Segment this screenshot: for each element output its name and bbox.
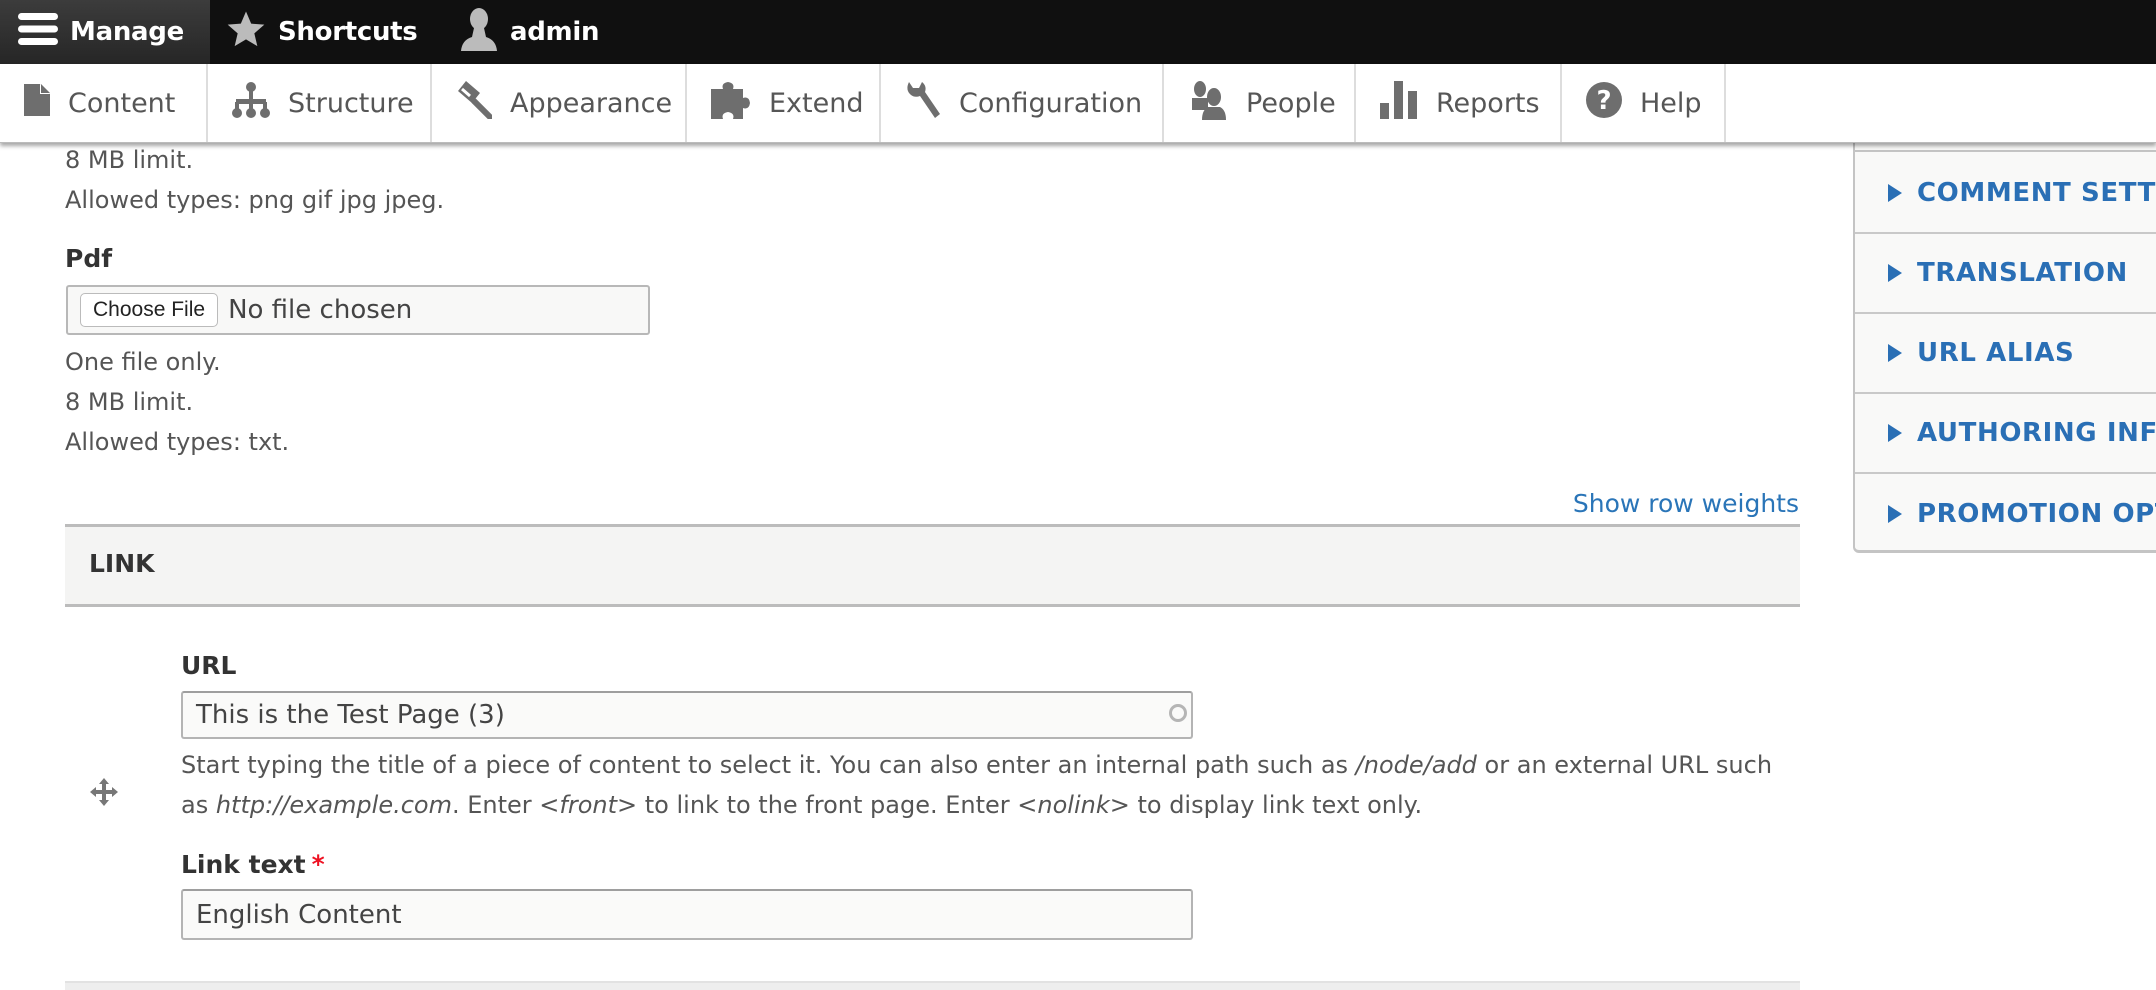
autocomplete-throbber-icon [1169, 704, 1187, 722]
section-divider [65, 981, 1800, 990]
pdf-field-label: Pdf [65, 244, 113, 273]
toolbar-manage-label: Manage [70, 17, 184, 47]
svg-text:?: ? [1596, 86, 1611, 116]
user-icon [460, 7, 498, 58]
pdf-count-hint: One file only. [65, 348, 221, 376]
nav-label: Content [68, 87, 176, 119]
sidebar-item-promotion-options[interactable]: PROMOTION OPTIONS [1855, 474, 2156, 554]
sidebar-item-comment-settings[interactable]: COMMENT SETTINGS [1855, 154, 2156, 234]
help-example-url: http://example.com [215, 791, 452, 819]
link-text-input[interactable]: English Content [181, 889, 1193, 940]
help-text: or an external URL such [1476, 751, 1773, 779]
expand-triangle-icon [1888, 184, 1902, 202]
sidebar-item-authoring-information[interactable]: AUTHORING INFORMATION [1855, 394, 2156, 474]
help-nolink-token: <nolink> [1017, 791, 1130, 819]
link-text-label-text: Link text [181, 850, 306, 879]
drag-handle-icon[interactable] [90, 778, 118, 810]
sidebar-divider [1855, 150, 2156, 152]
url-help-line-2: as http://example.com. Enter <front> to … [181, 791, 1422, 819]
help-text: to display link text only. [1129, 791, 1423, 819]
nav-item-structure[interactable]: Structure [208, 64, 432, 142]
nav-item-content[interactable]: Content [0, 64, 208, 142]
toolbar-manage-tab[interactable]: Manage [0, 0, 210, 64]
nav-label: Configuration [959, 87, 1143, 119]
nav-item-extend[interactable]: Extend [687, 64, 881, 142]
nav-label: Structure [288, 87, 414, 119]
nav-label: Appearance [510, 87, 673, 119]
link-text-label: Link text * [181, 850, 325, 879]
people-icon [1188, 80, 1228, 127]
sidebar-item-url-alias[interactable]: URL ALIAS [1855, 314, 2156, 394]
nav-label: Reports [1436, 87, 1540, 119]
expand-triangle-icon [1888, 264, 1902, 282]
nav-label: Help [1640, 87, 1702, 119]
sidebar-item-label: PROMOTION OPTIONS [1917, 499, 2156, 529]
bar-chart-icon [1380, 80, 1418, 126]
pdf-file-input[interactable]: Choose File No file chosen [66, 285, 650, 335]
url-input[interactable]: This is the Test Page (3) [181, 691, 1193, 739]
expand-triangle-icon [1888, 424, 1902, 442]
sidebar-item-label: AUTHORING INFORMATION [1917, 418, 2156, 448]
nav-item-appearance[interactable]: Appearance [432, 64, 687, 142]
choose-file-button[interactable]: Choose File [80, 293, 219, 327]
sidebar-item-label: URL ALIAS [1917, 338, 2075, 368]
image-allowed-types: Allowed types: png gif jpg jpeg. [65, 186, 445, 214]
url-help-line-1: Start typing the title of a piece of con… [181, 751, 1772, 779]
file-status: No file chosen [228, 295, 413, 325]
required-marker: * [311, 850, 325, 879]
link-section-header: LINK [65, 524, 1800, 607]
url-input-value: This is the Test Page (3) [196, 700, 505, 730]
help-text: to link to the front page. Enter [637, 791, 1018, 819]
nav-item-help[interactable]: ? Help [1562, 64, 1726, 142]
sitemap-icon [232, 81, 270, 125]
url-field-label: URL [181, 651, 237, 680]
nav-label: Extend [769, 87, 864, 119]
toolbar-shortcuts-label: Shortcuts [278, 17, 418, 47]
help-front-token: <front> [539, 791, 638, 819]
help-text: as [181, 791, 216, 819]
show-row-weights-link[interactable]: Show row weights [1573, 489, 1799, 518]
node-sidebar: COMMENT SETTINGS TRANSLATION URL ALIAS A… [1853, 130, 2156, 553]
link-section-title: LINK [89, 549, 155, 578]
pdf-allowed-types: Allowed types: txt. [65, 428, 290, 456]
admin-tray-nav: Content Structure Appearance Extend Conf… [0, 64, 2156, 143]
admin-toolbar: Manage Shortcuts admin [0, 0, 2156, 64]
help-text: Start typing the title of a piece of con… [181, 751, 1356, 779]
sidebar-item-label: TRANSLATION [1917, 258, 2128, 288]
puzzle-icon [711, 81, 751, 126]
star-icon [226, 9, 266, 56]
image-size-limit: 8 MB limit. [65, 146, 194, 174]
wrench-icon [905, 80, 941, 127]
expand-triangle-icon [1888, 505, 1902, 523]
expand-triangle-icon [1888, 344, 1902, 362]
nav-item-people[interactable]: People [1164, 64, 1356, 142]
sidebar-item-label: COMMENT SETTINGS [1917, 178, 2156, 208]
help-example-path: /node/add [1355, 751, 1477, 779]
nav-label: People [1246, 87, 1336, 119]
question-icon: ? [1586, 81, 1622, 125]
toolbar-user-label: admin [510, 17, 600, 47]
nav-item-reports[interactable]: Reports [1356, 64, 1562, 142]
link-text-value: English Content [196, 899, 402, 930]
sidebar-item-translation[interactable]: TRANSLATION [1855, 234, 2156, 314]
nav-item-configuration[interactable]: Configuration [881, 64, 1164, 142]
paintbrush-icon [456, 80, 493, 126]
help-text: . Enter [451, 791, 540, 819]
toolbar-shortcuts-tab[interactable]: Shortcuts [226, 0, 418, 64]
toolbar-user-tab[interactable]: admin [460, 0, 599, 64]
pdf-size-limit: 8 MB limit. [65, 388, 194, 416]
file-icon [24, 83, 50, 123]
hamburger-menu-icon [18, 11, 58, 54]
